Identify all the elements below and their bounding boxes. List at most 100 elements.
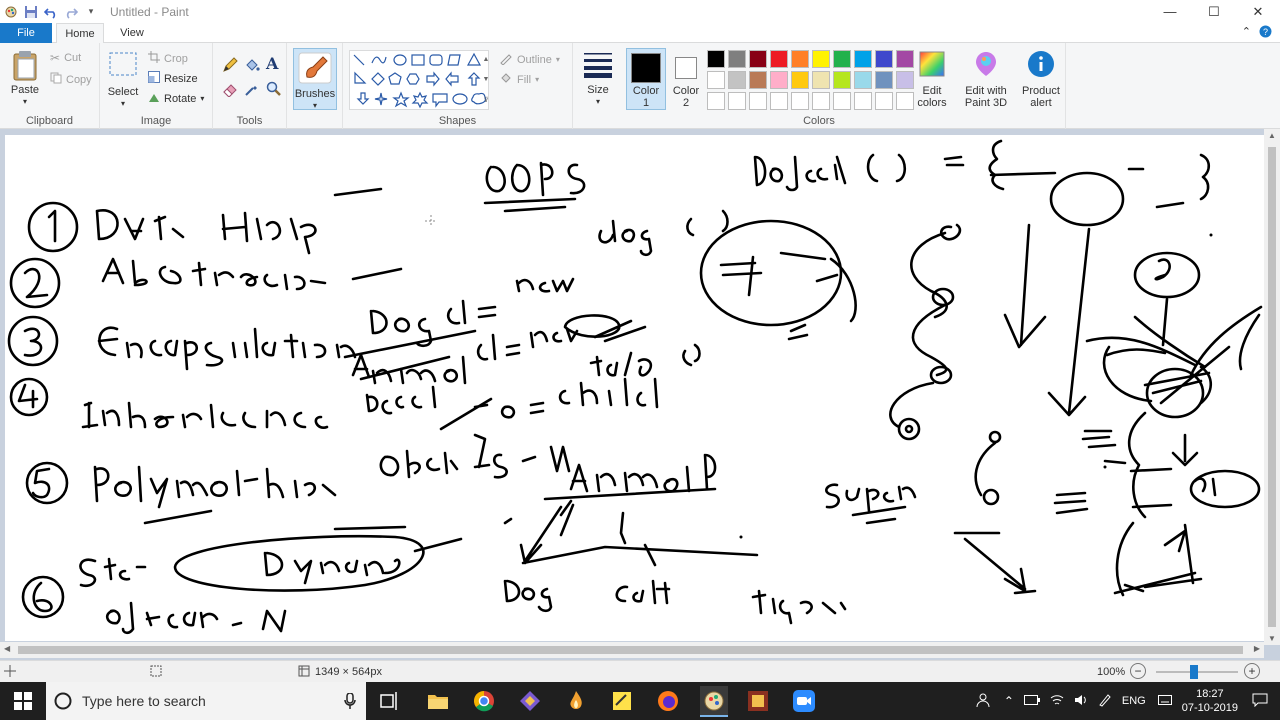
outline-icon	[499, 51, 513, 68]
paste-button[interactable]: Paste ▾	[8, 49, 42, 108]
window-title: Untitled - Paint	[110, 4, 189, 19]
vertical-scroll-thumb[interactable]	[1268, 147, 1276, 627]
app-flame-icon[interactable]	[564, 689, 588, 713]
brushes-group: Brushes ▾	[287, 43, 343, 129]
zoom-meetings-icon[interactable]	[792, 689, 816, 713]
colors-group: Colors	[573, 43, 1066, 129]
customize-dropdown-icon[interactable]: ▾	[84, 5, 98, 19]
color-picker-icon[interactable]	[244, 81, 260, 100]
language-indicator[interactable]: ENG	[1122, 695, 1146, 707]
crop-icon	[148, 51, 160, 66]
drawing-canvas[interactable]	[5, 135, 1264, 641]
microphone-icon[interactable]	[344, 692, 356, 712]
fill-button[interactable]: Fill ▾	[499, 71, 539, 88]
outline-dropdown-icon: ▾	[555, 55, 560, 64]
sticky-notes-icon[interactable]	[610, 689, 634, 713]
zoom-out-button[interactable]: −	[1130, 663, 1146, 679]
system-tray: ⌃ ENG 18:27 07-10-2019	[976, 682, 1280, 720]
tab-home[interactable]: Home	[56, 23, 104, 44]
horizontal-scrollbar[interactable]: ◀ ▶	[0, 642, 1264, 658]
zoom-slider-thumb[interactable]	[1190, 665, 1198, 679]
pencil-icon[interactable]	[222, 57, 238, 76]
magnifier-icon[interactable]	[266, 81, 282, 100]
scroll-up-icon[interactable]: ▲	[483, 56, 490, 63]
zoom-level: 100%	[1097, 666, 1126, 678]
scissors-icon: ✂	[50, 51, 61, 65]
brushes-button[interactable]: Brushes ▾	[293, 48, 337, 110]
chrome-icon[interactable]	[472, 689, 496, 713]
volume-icon[interactable]	[1074, 694, 1088, 709]
shapes-group: ▲ ▼ ⊽ Outline ▾ Fill ▾ Shapes	[343, 43, 573, 129]
app-diamond-icon[interactable]	[518, 689, 542, 713]
ribbon-tabs: File Home View ⌃ ?	[0, 23, 1280, 44]
eraser-icon[interactable]	[222, 81, 238, 100]
select-button[interactable]: Select ▾	[106, 51, 140, 110]
keyboard-icon[interactable]	[1157, 694, 1172, 709]
copy-button[interactable]: Copy	[50, 72, 92, 87]
paint-app-icon[interactable]	[4, 5, 18, 19]
clock-date: 07-10-2019	[1181, 702, 1238, 714]
quick-access-toolbar: ▾	[0, 5, 98, 19]
battery-icon[interactable]	[1023, 694, 1040, 708]
clock-time: 18:27	[1196, 688, 1224, 700]
crop-button[interactable]: Crop	[148, 51, 188, 66]
shapes-scroll[interactable]: ▲ ▼ ⊽	[481, 50, 491, 110]
taskbar-search[interactable]: Type here to search	[46, 682, 366, 720]
shapes-gallery-icons[interactable]	[350, 51, 490, 111]
search-icon	[54, 692, 72, 713]
fill-bucket-icon[interactable]	[244, 57, 260, 76]
scroll-up-arrow[interactable]: ▲	[1264, 131, 1280, 140]
rotate-dropdown-icon[interactable]: ▾	[200, 94, 204, 103]
clipboard-group: Paste ▾ ✂ Cut Copy Clipboard	[0, 43, 100, 129]
fill-dropdown-icon: ▾	[535, 75, 540, 84]
outline-button[interactable]: Outline ▾	[499, 51, 560, 68]
horizontal-scroll-thumb[interactable]	[18, 646, 1243, 654]
maximize-button[interactable]: ☐	[1192, 0, 1236, 23]
title-bar: ▾ Untitled - Paint — ☐ ✕	[0, 0, 1280, 23]
image-size-icon	[298, 665, 310, 680]
save-icon[interactable]	[24, 5, 38, 19]
expand-icon[interactable]: ⊽	[483, 96, 488, 104]
image-group-label: Image	[140, 115, 172, 127]
cut-button[interactable]: ✂ Cut	[50, 51, 81, 65]
colors-group-label: Colors	[803, 115, 835, 127]
tray-chevron-icon[interactable]: ⌃	[1004, 694, 1014, 708]
zoom-in-button[interactable]: +	[1244, 663, 1260, 679]
wifi-icon[interactable]	[1050, 694, 1064, 709]
help-icon[interactable]: ?	[1259, 25, 1272, 41]
paste-dropdown-icon[interactable]: ▾	[23, 96, 27, 108]
status-bar: 1349 × 564px 100% − +	[0, 660, 1280, 682]
task-view-icon[interactable]	[378, 689, 402, 713]
redo-icon[interactable]	[64, 5, 78, 19]
tab-view[interactable]: View	[110, 23, 154, 43]
rotate-button[interactable]: Rotate ▾	[148, 91, 204, 106]
text-tool-icon[interactable]: A	[266, 54, 278, 73]
image-size-text: 1349 × 564px	[315, 666, 382, 678]
vertical-scrollbar[interactable]: ▲ ▼	[1264, 129, 1280, 645]
tab-file[interactable]: File	[0, 23, 52, 43]
select-dropdown-icon[interactable]: ▾	[121, 98, 125, 110]
pen-icon[interactable]	[1098, 693, 1112, 710]
scroll-down-icon[interactable]: ▼	[483, 76, 490, 83]
scroll-right-arrow[interactable]: ▶	[1254, 644, 1260, 653]
tools-group: A Tools	[213, 43, 287, 129]
windows-start-icon[interactable]	[11, 689, 35, 713]
brushes-dropdown-icon[interactable]: ▾	[313, 100, 317, 112]
zoom-slider[interactable]	[1156, 665, 1238, 679]
app-film-icon[interactable]	[746, 689, 770, 713]
file-explorer-icon[interactable]	[426, 689, 450, 713]
scroll-left-arrow[interactable]: ◀	[4, 644, 10, 653]
resize-button[interactable]: Resize	[148, 71, 198, 86]
undo-icon[interactable]	[44, 5, 58, 19]
minimize-button[interactable]: —	[1148, 0, 1192, 23]
clock[interactable]: 18:27 07-10-2019	[1182, 687, 1238, 715]
notifications-icon[interactable]	[1252, 693, 1268, 710]
firefox-icon[interactable]	[656, 689, 680, 713]
people-icon[interactable]	[976, 693, 990, 710]
collapse-ribbon-icon[interactable]: ⌃	[1242, 25, 1251, 41]
select-icon	[108, 51, 138, 80]
paint-taskbar-icon[interactable]	[700, 686, 728, 717]
ribbon: Paste ▾ ✂ Cut Copy Clipboard Select ▾ Cr…	[0, 43, 1280, 129]
scroll-down-arrow[interactable]: ▼	[1264, 634, 1280, 643]
close-button[interactable]: ✕	[1236, 0, 1280, 23]
